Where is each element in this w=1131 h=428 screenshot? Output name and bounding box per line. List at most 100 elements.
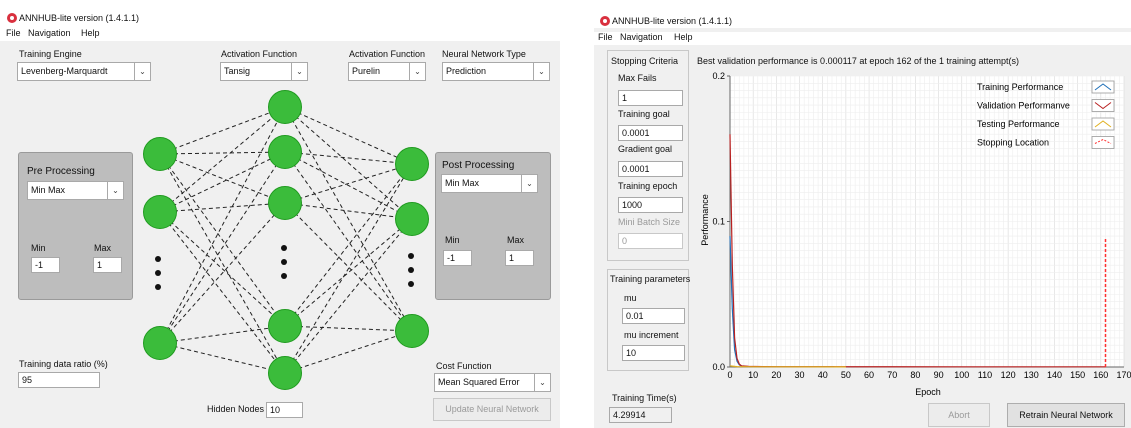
ellipsis-dot	[281, 259, 287, 265]
x-tick-label: 110	[978, 370, 992, 380]
hidden-node	[268, 135, 302, 169]
network-config-window: ANNHUB-lite version (1.4.1.1) File Navig…	[0, 0, 560, 428]
x-tick-label: 80	[910, 370, 920, 380]
x-tick-label: 90	[934, 370, 944, 380]
input-node	[143, 195, 177, 229]
training-epoch-input[interactable]: 1000	[618, 197, 683, 213]
x-axis-label: Epoch	[915, 387, 941, 397]
training-epoch-label: Training epoch	[618, 181, 678, 191]
app-logo-icon	[7, 13, 17, 23]
menu-file[interactable]: File	[6, 28, 21, 38]
hidden-nodes-label: Hidden Nodes	[207, 404, 265, 414]
max-fails-input[interactable]: 1	[618, 90, 683, 106]
legend-swatch-box	[1091, 99, 1115, 112]
mu-input[interactable]: 0.01	[622, 308, 685, 324]
x-tick-label: 100	[954, 370, 969, 380]
menu-navigation[interactable]: Navigation	[620, 32, 663, 42]
mini-batch-input[interactable]: 0	[618, 233, 683, 249]
legend-swatch-box	[1091, 136, 1115, 149]
stopping-criteria-group: Stopping Criteria Max Fails 1 Training g…	[607, 50, 689, 261]
training-parameters-title: Training parameters	[610, 274, 691, 284]
performance-chart: Best validation performance is 0.000117 …	[697, 56, 1131, 397]
x-tick-label: 160	[1093, 370, 1108, 380]
input-node	[143, 137, 177, 171]
x-tick-label: 30	[795, 370, 805, 380]
x-tick-label: 150	[1070, 370, 1085, 380]
training-goal-label: Training goal	[618, 109, 670, 119]
abort-button[interactable]: Abort	[928, 403, 990, 427]
x-tick-label: 140	[1047, 370, 1062, 380]
training-time-label: Training Time(s)	[612, 393, 677, 403]
training-time-value: 4.29914	[609, 407, 672, 423]
ellipsis-dot	[155, 270, 161, 276]
title-bar: ANNHUB-lite version (1.4.1.1)	[0, 0, 560, 28]
input-node	[143, 326, 177, 360]
hidden-node	[268, 90, 302, 124]
training-parameters-group: Training parameters mu 0.01 mu increment…	[607, 269, 691, 371]
hidden-node	[268, 186, 302, 220]
mu-increment-input[interactable]: 10	[622, 345, 685, 361]
ellipsis-dot	[281, 273, 287, 279]
chart-title: Best validation performance is 0.000117 …	[697, 56, 1019, 66]
legend-label: Stopping Location	[977, 138, 1049, 148]
y-tick-label: 0.1	[712, 217, 725, 227]
hidden-node	[268, 356, 302, 390]
ellipsis-dot	[155, 256, 161, 262]
legend-swatch-box	[1091, 117, 1115, 131]
menu-navigation[interactable]: Navigation	[28, 28, 71, 38]
legend-label: Testing Performance	[977, 119, 1060, 129]
menu-bar: File Navigation Help	[594, 32, 1131, 45]
output-node	[395, 147, 429, 181]
hidden-node	[268, 309, 302, 343]
gradient-goal-label: Gradient goal	[618, 144, 673, 154]
network-config-area: Training Engine Levenberg-Marquardt ⌄ Act…	[0, 41, 560, 428]
x-tick-label: 0	[727, 370, 732, 380]
cost-function-select[interactable]: Mean Squared Error ⌄	[434, 373, 551, 392]
app-logo-icon	[600, 16, 610, 26]
x-tick-label: 20	[771, 370, 781, 380]
training-ratio-label: Training data ratio (%)	[19, 359, 108, 369]
mu-label: mu	[624, 293, 637, 303]
x-tick-label: 10	[748, 370, 758, 380]
training-window: ANNHUB-lite version (1.4.1.1) File Navig…	[594, 0, 1131, 428]
ellipsis-dot	[408, 253, 414, 259]
gradient-goal-input[interactable]: 0.0001	[618, 161, 683, 177]
output-node	[395, 202, 429, 236]
mu-increment-label: mu increment	[624, 330, 679, 340]
x-tick-label: 170	[1116, 370, 1131, 380]
output-node	[395, 314, 429, 348]
x-tick-label: 130	[1024, 370, 1039, 380]
ellipsis-dot	[408, 267, 414, 273]
mini-batch-label: Mini Batch Size	[618, 217, 681, 227]
stopping-criteria-title: Stopping Criteria	[611, 56, 679, 66]
max-fails-label: Max Fails	[618, 73, 657, 83]
title-bar: ANNHUB-lite version (1.4.1.1)	[594, 0, 1131, 28]
menu-help[interactable]: Help	[674, 32, 693, 42]
y-tick-label: 0.0	[712, 362, 725, 372]
chart-grid	[729, 75, 1125, 368]
y-axis-label: Performance	[700, 194, 710, 246]
cost-function-label: Cost Function	[436, 361, 492, 371]
x-tick-label: 70	[887, 370, 897, 380]
ellipsis-dot	[408, 281, 414, 287]
hidden-nodes-input[interactable]: 10	[266, 402, 303, 418]
cost-function-value: Mean Squared Error	[438, 377, 520, 387]
x-tick-label: 60	[864, 370, 874, 380]
menu-bar: File Navigation Help	[0, 28, 560, 41]
training-goal-input[interactable]: 0.0001	[618, 125, 683, 141]
legend-label: Validation Performanve	[977, 101, 1070, 111]
y-tick-label: 0.2	[712, 71, 725, 81]
window-title: ANNHUB-lite version (1.4.1.1)	[19, 13, 140, 23]
retrain-network-button[interactable]: Retrain Neural Network	[1007, 403, 1125, 427]
training-ratio-input[interactable]: 95	[18, 372, 100, 388]
legend-label: Training Performance	[977, 82, 1063, 92]
update-network-button[interactable]: Update Neural Network	[433, 398, 551, 421]
chevron-down-icon: ⌄	[534, 374, 550, 391]
x-tick-label: 40	[818, 370, 828, 380]
menu-file[interactable]: File	[598, 32, 613, 42]
legend-swatch-box	[1091, 80, 1115, 94]
window-title: ANNHUB-lite version (1.4.1.1)	[612, 16, 733, 26]
menu-help[interactable]: Help	[81, 28, 100, 38]
x-tick-label: 120	[1001, 370, 1016, 380]
x-tick-label: 50	[841, 370, 851, 380]
